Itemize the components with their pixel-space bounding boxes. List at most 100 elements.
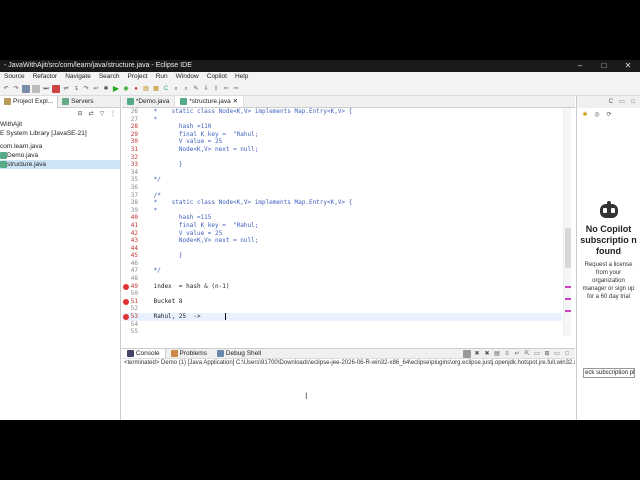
code-line[interactable]: 45 } (122, 252, 562, 260)
code-line[interactable]: 44 (122, 245, 562, 253)
new-package-icon[interactable]: ▦ (152, 85, 160, 93)
minimize-console-icon[interactable]: ▭ (553, 350, 561, 358)
annotation-next-icon[interactable]: ⇩ (202, 85, 210, 93)
disconnect-icon[interactable]: ⇌ (62, 85, 70, 93)
view-menu-icon[interactable]: ⋮ (109, 110, 117, 118)
new-class-icon[interactable]: C (162, 85, 170, 93)
redo-icon[interactable]: ↷ (12, 85, 20, 93)
code-line[interactable]: 30 V value = 25 (122, 138, 562, 146)
tab-problems[interactable]: Problems (166, 349, 212, 358)
code-line[interactable]: 53 Rahul, 25 -> (122, 313, 562, 321)
bulb-icon[interactable]: ✱ (581, 111, 589, 119)
menu-copilot[interactable]: Copilot (203, 72, 231, 82)
word-wrap-icon[interactable]: ↵ (513, 350, 521, 358)
code-line[interactable]: 43 Node<K,V> next = null; (122, 237, 562, 245)
clear-console-icon[interactable]: ▤ (493, 350, 501, 358)
close-button[interactable]: ✕ (616, 60, 640, 72)
tree-item-demo[interactable]: Demo.java (0, 151, 120, 160)
step-icon[interactable]: ↴ (72, 85, 80, 93)
maximize-panel-icon[interactable]: □ (629, 98, 637, 106)
maximize-console-icon[interactable]: □ (563, 350, 571, 358)
code-line[interactable]: 49 index = hash & (n-1) (122, 283, 562, 291)
forward-icon[interactable]: ⇨ (232, 85, 240, 93)
search-icon[interactable]: ⌕ (182, 85, 190, 93)
debug-icon[interactable]: ✱ (102, 85, 110, 93)
code-line[interactable]: 42 V value = 25 (122, 230, 562, 238)
annotation-prev-icon[interactable]: ⇧ (212, 85, 220, 93)
undo-icon[interactable]: ↶ (2, 85, 10, 93)
code-line[interactable]: 36 (122, 184, 562, 192)
tree-item-package[interactable]: com.learn.java (0, 142, 120, 151)
new-java-project-icon[interactable]: ▤ (142, 85, 150, 93)
outline-tab-icon[interactable]: C (607, 98, 615, 106)
menu-run[interactable]: Run (152, 72, 172, 82)
code-line[interactable]: 41 final K key = "Rahul; (122, 222, 562, 230)
skip-icon[interactable]: ⏭ (42, 85, 50, 93)
tree-item-structure[interactable]: structure.java (0, 160, 120, 169)
code-line[interactable]: 50 (122, 290, 562, 298)
code-line[interactable]: 34 (122, 169, 562, 177)
stop-icon[interactable] (52, 84, 60, 93)
minimize-panel-icon[interactable]: ▭ (618, 98, 626, 106)
pin-console-icon[interactable]: ⇱ (523, 350, 531, 358)
error-marker[interactable] (565, 298, 571, 300)
filter-icon[interactable]: ▽ (98, 110, 106, 118)
error-marker[interactable] (565, 286, 571, 288)
link-editor-icon[interactable]: ⇄ (87, 110, 95, 118)
scroll-lock-icon[interactable]: ≡ (503, 350, 511, 358)
code-line[interactable]: 37 /* (122, 192, 562, 200)
tab-project-explorer[interactable]: Project Expl... (0, 95, 59, 108)
scroll-thumb[interactable] (565, 228, 571, 268)
code-line[interactable]: 55 (122, 328, 562, 336)
code-line[interactable]: 35 */ (122, 176, 562, 184)
run-icon[interactable]: ▶ (112, 84, 120, 93)
external-tools-icon[interactable]: ● (132, 85, 140, 93)
remove-launch-icon[interactable]: ✖ (473, 350, 481, 358)
code-line[interactable]: 26 * static class Node<K,V> implements M… (122, 108, 562, 116)
close-tab-icon[interactable]: ✕ (233, 98, 238, 105)
tab-console[interactable]: Console (122, 349, 166, 358)
menu-source[interactable]: Source (0, 72, 29, 82)
remove-all-icon[interactable]: ✖ (483, 350, 491, 358)
open-console-icon[interactable]: ⊞ (543, 350, 551, 358)
tree-item-project[interactable]: WithAjit (0, 120, 120, 129)
save-icon[interactable] (22, 84, 30, 93)
tab-demo-java[interactable]: *Demo.java (122, 96, 176, 107)
code-line[interactable]: 51 Bucket 8 (122, 298, 562, 306)
copilot-icon[interactable]: ◎ (593, 111, 601, 119)
open-type-icon[interactable]: ⌕ (172, 85, 180, 93)
copilot-subscription-link[interactable]: eck subscription pl (583, 368, 635, 378)
code-line[interactable]: 40 hash =115 (122, 214, 562, 222)
step-over-icon[interactable]: ↷ (82, 85, 90, 93)
tab-servers[interactable]: Servers (58, 96, 97, 108)
code-line[interactable]: 47 */ (122, 267, 562, 275)
code-line[interactable]: 33 } (122, 161, 562, 169)
print-icon[interactable] (32, 84, 40, 93)
code-line[interactable]: 46 (122, 260, 562, 268)
menu-window[interactable]: Window (172, 72, 203, 82)
code-line[interactable]: 48 (122, 275, 562, 283)
code-line[interactable]: 54 (122, 321, 562, 329)
menu-help[interactable]: Help (231, 72, 252, 82)
menu-project[interactable]: Project (123, 72, 151, 82)
minimize-button[interactable]: – (568, 60, 592, 72)
menu-refactor[interactable]: Refactor (29, 72, 62, 82)
code-line[interactable]: 52 (122, 305, 562, 313)
tree-item-jre[interactable]: E System Library [JavaSE-21] (0, 129, 120, 138)
toggle-mark-icon[interactable]: ✎ (192, 85, 200, 93)
vertical-scrollbar[interactable] (563, 108, 571, 336)
code-line[interactable]: 31 Node<K,V> next = null; (122, 146, 562, 154)
code-line[interactable]: 27 * (122, 116, 562, 124)
code-line[interactable]: 28 hash =110 (122, 123, 562, 131)
refresh-icon[interactable]: ⟳ (605, 111, 613, 119)
menu-navigate[interactable]: Navigate (61, 72, 95, 82)
coverage-icon[interactable]: ◉ (122, 85, 130, 93)
tab-structure-java[interactable]: *structure.java ✕ (175, 96, 245, 107)
back-icon[interactable]: ⇦ (222, 85, 230, 93)
code-editor[interactable]: 26 * static class Node<K,V> implements M… (122, 108, 562, 336)
code-line[interactable]: 29 final K key = "Rahul; (122, 131, 562, 139)
error-marker[interactable] (565, 310, 571, 312)
menu-search[interactable]: Search (95, 72, 124, 82)
code-line[interactable]: 32 (122, 154, 562, 162)
code-line[interactable]: 38 * static class Node<K,V> implements M… (122, 199, 562, 207)
